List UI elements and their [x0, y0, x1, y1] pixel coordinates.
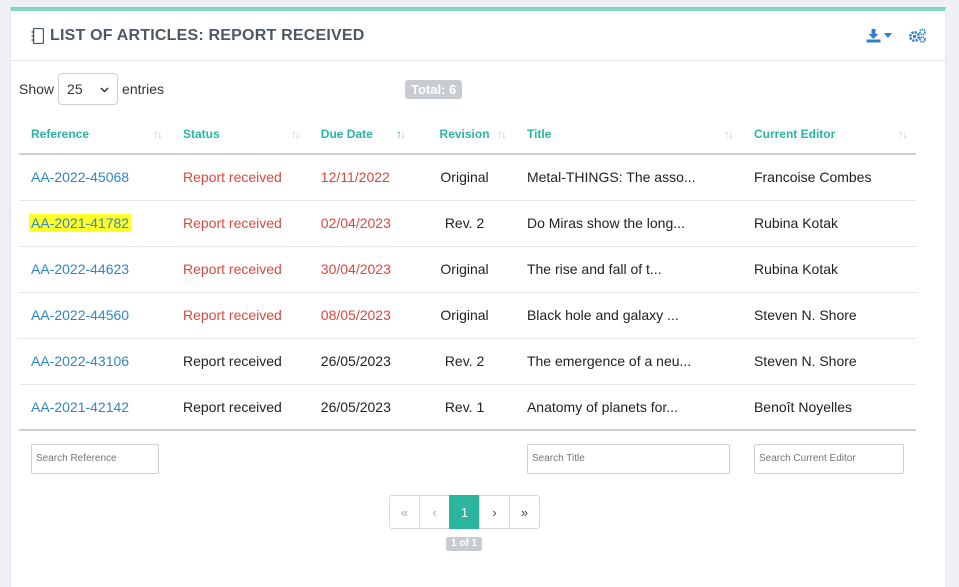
panel-title: LIST OF ARTICLES: REPORT RECEIVED: [50, 26, 365, 44]
editor-cell: Rubina Kotak: [741, 200, 916, 247]
page-length-control: Show 25 entries: [19, 73, 940, 105]
revision-cell: Rev. 1: [414, 384, 515, 431]
table-row: AA-2022-45068 Report received 12/11/2022…: [19, 154, 916, 201]
revision-cell: Original: [414, 246, 515, 293]
revision-cell: Original: [414, 154, 515, 201]
table-row: AA-2022-44623 Report received 30/04/2023…: [19, 246, 916, 293]
search-reference-input[interactable]: [31, 443, 159, 474]
title-cell: The emergence of a neu...: [514, 338, 742, 385]
table-row: AA-2021-41782 Report received 02/04/2023…: [19, 200, 916, 247]
caret-down-icon: [884, 33, 892, 38]
entries-value: 25: [67, 81, 83, 97]
search-title-input[interactable]: [526, 443, 730, 474]
editor-cell: Steven N. Shore: [741, 338, 916, 385]
sort-icon: ↑↓: [723, 127, 734, 141]
status-cell: Report received: [171, 246, 309, 293]
column-header-reference[interactable]: Reference ↑↓: [19, 114, 171, 155]
due-date-cell: 02/04/2023: [308, 200, 415, 247]
entries-label: entries: [122, 81, 165, 97]
status-cell: Report received: [171, 154, 309, 201]
page-1-button[interactable]: 1: [449, 495, 480, 529]
chevron-down-icon: [100, 87, 109, 93]
title-cell: The rise and fall of t...: [514, 246, 742, 293]
revision-cell: Rev. 2: [414, 338, 515, 385]
revision-cell: Rev. 2: [414, 200, 515, 247]
table-controls: Show 25 entries Total: 6: [19, 73, 940, 105]
status-cell: Report received: [171, 292, 309, 339]
column-header-current-editor[interactable]: Current Editor ↑↓: [741, 114, 916, 155]
next-page-button[interactable]: ›: [479, 495, 510, 529]
table-row: AA-2021-42142 Report received 26/05/2023…: [19, 384, 916, 431]
sort-icon: ↑↓: [153, 127, 163, 141]
status-cell: Report received: [171, 384, 309, 431]
title-cell: Do Miras show the long...: [514, 200, 742, 247]
reference-link[interactable]: AA-2021-41782: [29, 214, 132, 232]
column-header-status[interactable]: Status ↑↓: [171, 114, 309, 155]
page-info-badge: 1 of 1: [446, 537, 483, 551]
editor-cell: Rubina Kotak: [741, 246, 916, 293]
total-badge: Total: 6: [405, 80, 463, 99]
sort-icon: ↑↓: [898, 127, 908, 141]
due-date-cell: 12/11/2022: [308, 154, 415, 201]
filter-row: [19, 430, 916, 486]
download-dropdown-button[interactable]: [866, 28, 892, 43]
last-page-button[interactable]: »: [509, 495, 540, 529]
header-tools: [866, 28, 927, 43]
editor-cell: Benoît Noyelles: [741, 384, 916, 431]
column-header-title[interactable]: Title ↑↓: [514, 114, 742, 155]
status-cell: Report received: [171, 338, 309, 385]
editor-cell: Francoise Combes: [741, 154, 916, 201]
table-row: AA-2022-43106 Report received 26/05/2023…: [19, 338, 916, 385]
table-row: AA-2022-44560 Report received 08/05/2023…: [19, 292, 916, 339]
editor-cell: Steven N. Shore: [741, 292, 916, 339]
download-icon: [866, 29, 881, 43]
entries-select[interactable]: 25: [58, 73, 119, 105]
column-header-revision[interactable]: Revision ↑↓: [414, 114, 515, 155]
due-date-cell: 30/04/2023: [308, 246, 415, 293]
reference-link[interactable]: AA-2022-44560: [31, 307, 129, 323]
due-date-cell: 08/05/2023: [308, 292, 415, 339]
sort-icon: ↑↓: [290, 127, 301, 141]
title-cell: Metal-THINGS: The asso...: [514, 154, 742, 201]
reference-link[interactable]: AA-2022-43106: [31, 353, 129, 369]
previous-page-button[interactable]: ‹: [419, 495, 450, 529]
reference-link[interactable]: AA-2022-44623: [31, 261, 129, 277]
title-cell: Black hole and galaxy ...: [514, 292, 742, 339]
settings-button[interactable]: [908, 28, 927, 43]
panel-header: LIST OF ARTICLES: REPORT RECEIVED: [11, 11, 945, 61]
articles-table: Reference ↑↓ Status ↑↓ Due Date ↑↓ Revision…: [19, 114, 916, 486]
notebook-icon: [31, 27, 44, 44]
first-page-button[interactable]: «: [389, 495, 420, 529]
due-date-cell: 26/05/2023: [308, 384, 415, 431]
due-date-cell: 26/05/2023: [308, 338, 415, 385]
column-header-due-date[interactable]: Due Date ↑↓: [308, 114, 415, 155]
reference-link[interactable]: AA-2021-42142: [31, 399, 129, 415]
sort-icon: ↑↓: [496, 127, 507, 141]
pagination: « ‹ 1 › »: [389, 495, 540, 529]
show-label: Show: [19, 81, 55, 97]
table-header-row: Reference ↑↓ Status ↑↓ Due Date ↑↓ Revision…: [19, 114, 916, 155]
cogs-icon: [909, 28, 926, 43]
title-cell: Anatomy of planets for...: [514, 384, 742, 431]
sort-ascending-icon: ↑↓: [396, 127, 406, 141]
search-current-editor-input[interactable]: [753, 443, 904, 474]
panel-title-wrap: LIST OF ARTICLES: REPORT RECEIVED: [31, 27, 364, 45]
reference-link[interactable]: AA-2022-45068: [31, 169, 129, 185]
status-cell: Report received: [171, 200, 309, 247]
revision-cell: Original: [414, 292, 515, 339]
